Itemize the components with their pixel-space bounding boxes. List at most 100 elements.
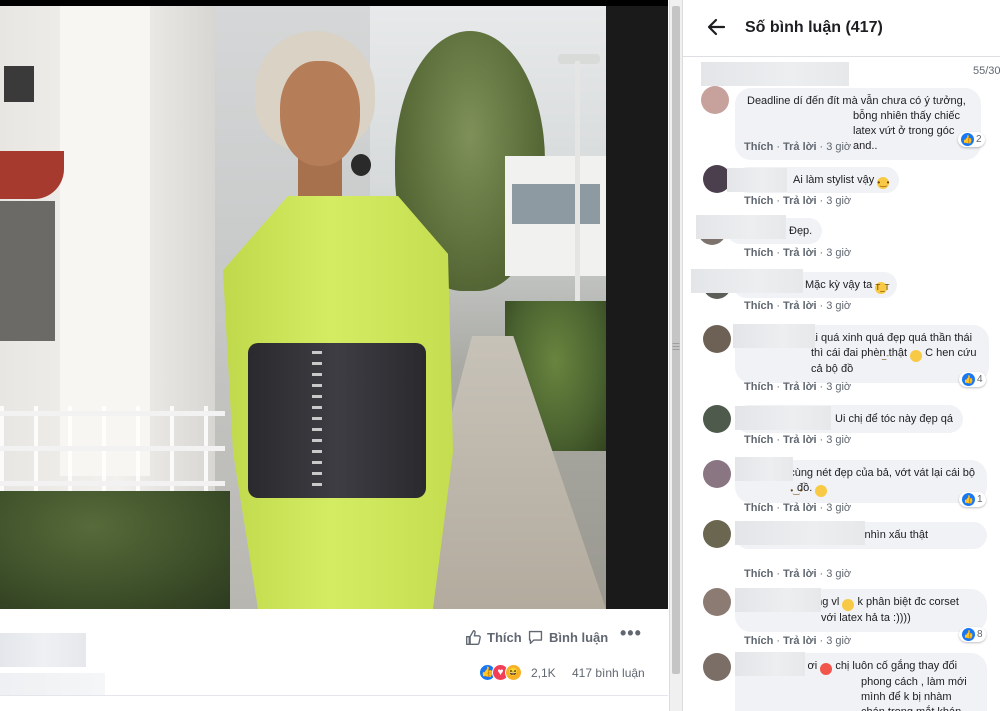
comments-panel: Số bình luận (417) 55/30 Deadline dí đến… [683,0,1000,711]
comment-reply-button[interactable]: Trả lời [783,300,817,312]
like-button[interactable]: Thích [465,626,522,648]
comment-time: 3 giờ [826,568,852,580]
comment-like-button[interactable]: Thích [744,195,773,207]
reaction-summary[interactable]: 👍 ♥ 😆 [479,664,522,681]
back-arrow-icon[interactable] [705,16,727,38]
comment-like-button[interactable]: Thích [744,381,773,393]
comment-actions: Thích · Trả lời · 3 giờ [744,300,852,312]
comment-text: Mặc kỳ vậy ta [805,279,873,291]
avatar[interactable] [703,520,731,548]
comment-like-button[interactable]: Thích [744,568,773,580]
comment-reply-button[interactable]: Trả lời [783,195,817,207]
photo-glass [512,184,600,224]
comment-like-count[interactable]: 👍 4 [959,372,986,387]
comment-button[interactable]: Bình luận [527,626,608,648]
comment-like-count[interactable]: 👍 1 [959,492,986,507]
comment-actions: Thích · Trả lời · 3 giờ [744,434,852,446]
heart-eyes-emoji-icon: ♥ [767,663,833,675]
photo-railing-bar [0,446,225,451]
crying-emoji-icon: T_T [875,282,890,294]
like-label: Thích [487,629,522,645]
comment-actions: Thích · Trả lời · 3 giờ [744,568,852,580]
avatar[interactable] [701,86,729,114]
photo-corset-hooks [312,351,322,491]
comment-text: Đẹp. [789,225,813,237]
photo-railing-bar [0,481,225,486]
comment-time: 3 giờ [826,381,852,393]
like-reaction-icon: 👍 [962,628,975,641]
reaction-count[interactable]: 2,1K [531,666,556,680]
comment-count[interactable]: 417 bình luận [572,666,645,680]
comment-actions: Thích · Trả lời · 3 giờ [744,502,852,514]
like-count: 2 [976,134,982,145]
comment-text-continued: chị luôn cố gắng thay đổi phong cách , l… [835,660,967,711]
avatar[interactable] [703,405,731,433]
comment-actions: Thích · Trả lời · 3 giờ [744,247,852,259]
comment-like-button[interactable]: Thích [744,141,773,153]
comment-reply-button[interactable]: Trả lời [783,381,817,393]
comment-text: Ui chị để tóc này đẹp qá [835,413,954,425]
blurred-commenter [735,588,821,612]
comment-reply-button[interactable]: Trả lời [783,502,817,514]
blurred-commenter [735,652,805,676]
comment-like-button[interactable]: Thích [744,300,773,312]
panel-header: Số bình luận (417) [683,0,1000,57]
comment-like-button[interactable]: Thích [744,434,773,446]
scrollbar[interactable]: — — — [669,0,683,711]
comment-time: 3 giờ [826,300,852,312]
photo-railing-bar [0,411,225,416]
comment-text-continued: k phân biệt đc corset với latex hả ta :)… [821,596,959,624]
haha-reaction-icon: 😆 [505,664,522,681]
comment-reply-button[interactable]: Trả lời [783,247,817,259]
post-photo-viewer [0,0,668,609]
laughing-emoji-icon: ^o^ [805,599,855,611]
comment-label: Bình luận [549,629,609,645]
comment-time: 3 giờ [826,434,852,446]
comment-actions: Thích · Trả lời · 3 giờ [744,195,852,207]
avatar[interactable] [703,588,731,616]
unamused-emoji-icon: -_- [879,350,923,362]
comment-like-count[interactable]: 👍 2 [958,132,985,147]
comment-text: Ai làm stylist vậy [793,174,875,186]
comment-reply-button[interactable]: Trả lời [783,141,817,153]
photo-sign [4,66,34,102]
post-photo[interactable] [0,6,606,609]
comment-actions: Thích · Trả lời · 3 giờ [744,381,852,393]
avatar[interactable] [703,325,731,353]
comment-actions: Thích · Trả lời · 3 giờ [744,141,852,153]
comment-reply-button[interactable]: Trả lời [783,568,817,580]
blurred-commenter [727,168,787,192]
blurred-author [0,633,86,667]
comment-like-button[interactable]: Thích [744,247,773,259]
avatar[interactable] [703,653,731,681]
comment-time: 3 giờ [826,195,852,207]
photo-earring [351,154,371,176]
comment-reply-button[interactable]: Trả lời [783,635,817,647]
blurred-commenter [735,457,793,481]
comment-time: 3 giờ [826,141,852,153]
comment-actions: Thích · Trả lời · 3 giờ [744,635,852,647]
comment-like-button[interactable]: Thích [744,502,773,514]
like-count: 8 [977,629,983,640]
scrollbar-grip: — — — [672,340,680,353]
avatar[interactable] [703,460,731,488]
blurred-commenter [733,324,815,348]
like-reaction-icon: 👍 [961,133,974,146]
photo-face [280,61,360,166]
smile-emoji-icon: •‿• [877,177,890,189]
comment-time: 3 giờ [826,247,852,259]
comment-like-button[interactable]: Thích [744,635,773,647]
blurred-commenter [735,406,831,430]
blurred-commenter [696,215,786,239]
blurred-caption [0,673,105,695]
comment-reply-button[interactable]: Trả lời [783,434,817,446]
like-count: 1 [977,494,983,505]
post-footer: Thích Bình luận ••• 👍 ♥ 😆 2,1K 417 bình … [0,609,668,711]
like-reaction-icon: 👍 [962,493,975,506]
smile-emoji-icon: •‿• [790,485,828,497]
comment-like-count[interactable]: 👍 8 [959,627,986,642]
comment-time: 3 giờ [826,635,852,647]
photo-corset [248,343,426,498]
more-icon[interactable]: ••• [620,623,642,644]
like-thumb-icon [466,629,481,645]
